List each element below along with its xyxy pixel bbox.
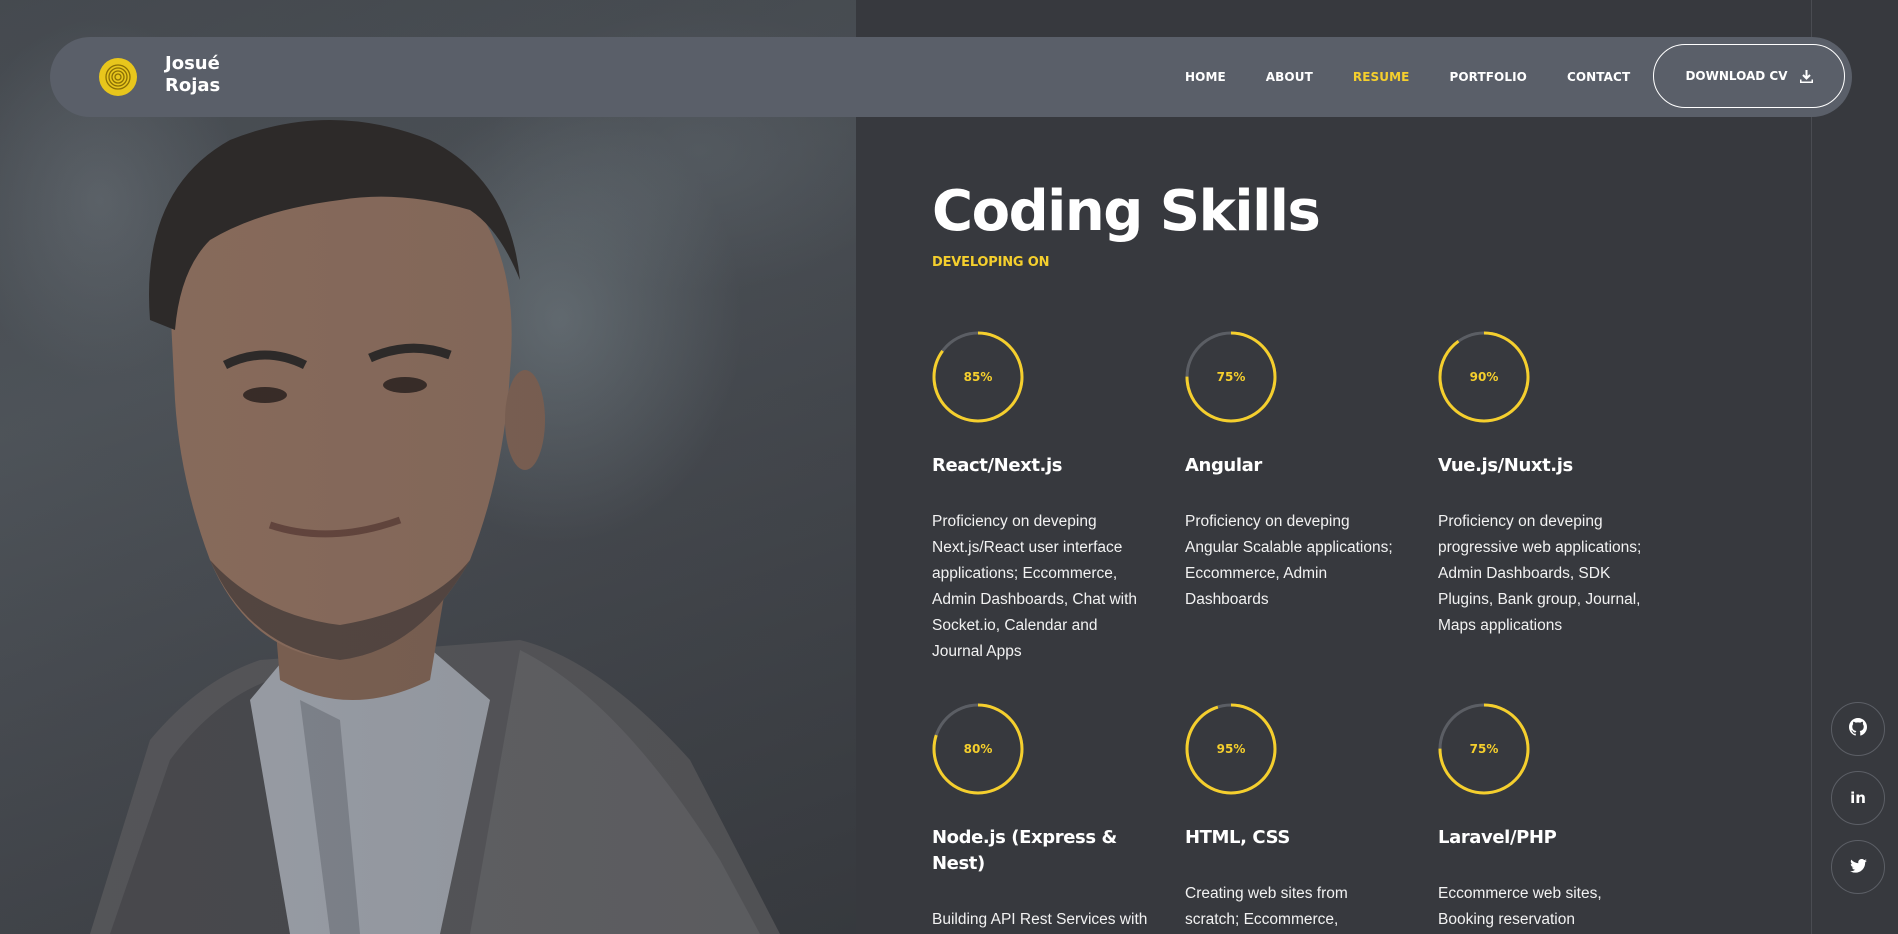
github-button[interactable] bbox=[1831, 702, 1885, 756]
nav-item-contact[interactable]: CONTACT bbox=[1567, 70, 1630, 84]
skill-name: Angular bbox=[1185, 455, 1262, 476]
skill-description: Creating web sites from scratch; Eccomme… bbox=[1185, 885, 1348, 928]
skill-card: 75% Laravel/PHP Eccommerce web sites, Bo… bbox=[1438, 703, 1658, 933]
skill-description: Proficiency on deveping progressive web … bbox=[1438, 513, 1642, 634]
twitter-button[interactable] bbox=[1831, 840, 1885, 894]
section-title: Coding Skills bbox=[932, 179, 1321, 244]
skill-description: Proficiency on deveping Angular Scalable… bbox=[1185, 513, 1393, 608]
twitter-icon bbox=[1849, 858, 1867, 877]
skill-percent: 80% bbox=[963, 742, 993, 756]
nav-item-home[interactable]: HOME bbox=[1185, 70, 1226, 84]
progress-ring: 90% bbox=[1438, 331, 1530, 423]
right-divider bbox=[1811, 0, 1812, 934]
nav-item-portfolio[interactable]: PORTFOLIO bbox=[1449, 70, 1527, 84]
progress-ring: 75% bbox=[1438, 703, 1530, 795]
progress-ring: 75% bbox=[1185, 331, 1277, 423]
skill-percent: 95% bbox=[1216, 742, 1246, 756]
nav-item-resume[interactable]: RESUME bbox=[1353, 70, 1410, 84]
skill-name: HTML, CSS bbox=[1185, 827, 1290, 848]
skill-percent: 85% bbox=[963, 370, 993, 384]
skill-card: 85% React/Next.js Proficiency on devepin… bbox=[932, 331, 1152, 665]
download-cv-button[interactable]: DOWNLOAD CV bbox=[1653, 44, 1845, 108]
progress-ring: 85% bbox=[932, 331, 1024, 423]
skill-percent: 75% bbox=[1469, 742, 1499, 756]
github-icon bbox=[1849, 718, 1867, 740]
skill-name: Node.js (Express & Nest) bbox=[932, 827, 1117, 874]
profile-photo bbox=[0, 0, 856, 934]
progress-ring: 80% bbox=[932, 703, 1024, 795]
fingerprint-icon[interactable] bbox=[99, 58, 137, 96]
skill-name: Laravel/PHP bbox=[1438, 827, 1557, 848]
skill-card: 75% Angular Proficiency on deveping Angu… bbox=[1185, 331, 1405, 613]
download-cv-label: DOWNLOAD CV bbox=[1685, 69, 1788, 83]
nav-menu: HOME ABOUT RESUME PORTFOLIO CONTACT bbox=[1185, 37, 1670, 117]
brand-name[interactable]: Josué Rojas bbox=[165, 53, 245, 97]
download-icon bbox=[1799, 69, 1813, 83]
skill-percent: 75% bbox=[1216, 370, 1246, 384]
skill-card: 80% Node.js (Express & Nest) Building AP… bbox=[932, 703, 1152, 933]
skill-description: Proficiency on deveping Next.js/React us… bbox=[932, 513, 1138, 660]
linkedin-button[interactable]: in bbox=[1831, 771, 1885, 825]
skill-name: React/Next.js bbox=[932, 455, 1063, 476]
skill-card: 90% Vue.js/Nuxt.js Proficiency on devepi… bbox=[1438, 331, 1668, 639]
skill-card: 95% HTML, CSS Creating web sites from sc… bbox=[1185, 703, 1405, 933]
skill-name: Vue.js/Nuxt.js bbox=[1438, 455, 1573, 476]
top-navbar: Josué Rojas HOME ABOUT RESUME PORTFOLIO … bbox=[50, 37, 1852, 117]
skill-description: Building API Rest Services with bbox=[932, 911, 1148, 928]
linkedin-icon: in bbox=[1850, 789, 1866, 807]
skill-description: Eccommerce web sites, Booking reservatio… bbox=[1438, 885, 1602, 928]
section-subtitle: DEVELOPING ON bbox=[932, 255, 1050, 270]
nav-item-about[interactable]: ABOUT bbox=[1266, 70, 1313, 84]
skill-percent: 90% bbox=[1469, 370, 1499, 384]
progress-ring: 95% bbox=[1185, 703, 1277, 795]
